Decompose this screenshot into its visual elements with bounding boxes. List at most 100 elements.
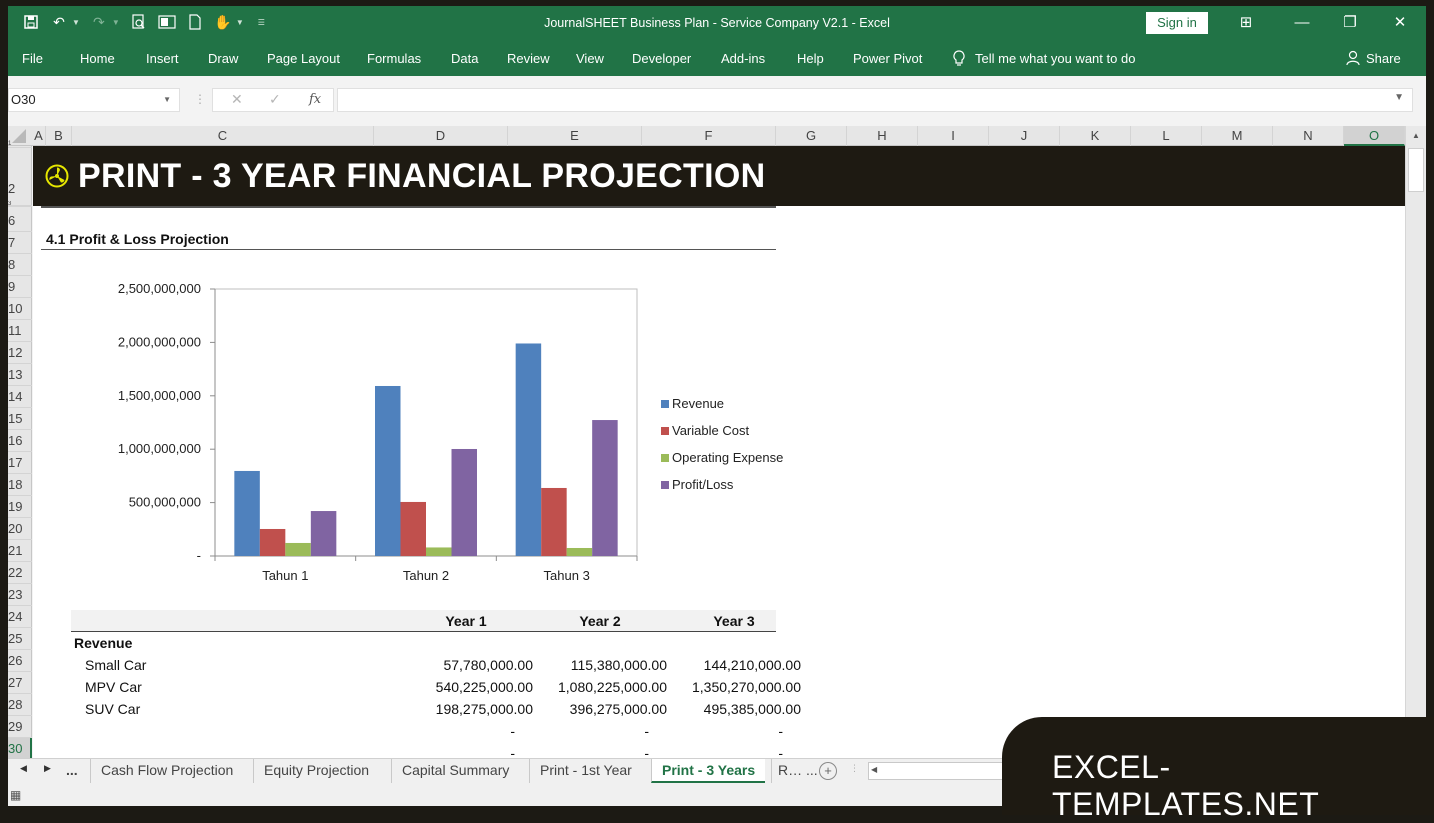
tab-review[interactable]: Review — [507, 51, 550, 66]
bar-profit-loss — [592, 420, 618, 556]
scroll-thumb[interactable] — [1408, 148, 1424, 192]
tab-page-layout[interactable]: Page Layout — [267, 51, 340, 66]
tab-draw[interactable]: Draw — [208, 51, 238, 66]
sheet-tab-truncated[interactable]: R… ... — [771, 759, 824, 783]
column-header[interactable]: H — [847, 126, 918, 146]
tab-home[interactable]: Home — [80, 51, 115, 66]
column-header[interactable]: B — [46, 126, 72, 146]
formula-input[interactable]: ▼ — [337, 88, 1413, 112]
name-box[interactable]: O30 ▼ — [8, 88, 180, 112]
row-header[interactable]: 3 — [8, 201, 32, 207]
tab-data[interactable]: Data — [451, 51, 478, 66]
scroll-left-icon[interactable]: ◀ — [871, 765, 877, 774]
y-tick-label: - — [197, 548, 201, 563]
row-header[interactable]: 18 — [8, 474, 32, 496]
column-header[interactable]: L — [1131, 126, 1202, 146]
sheet-tab-cash-flow-projection[interactable]: Cash Flow Projection — [90, 759, 243, 783]
vertical-scrollbar[interactable]: ▲ — [1405, 126, 1426, 758]
table-row: Revenue — [71, 632, 776, 654]
tab-file[interactable]: File — [22, 51, 43, 66]
tab-developer[interactable]: Developer — [632, 51, 691, 66]
row-header[interactable]: 26 — [8, 650, 32, 672]
sheet-tab-print-1st-year[interactable]: Print - 1st Year — [529, 759, 642, 783]
row-header[interactable]: 23 — [8, 584, 32, 606]
tab-insert[interactable]: Insert — [146, 51, 179, 66]
tab-power-pivot[interactable]: Power Pivot — [853, 51, 922, 66]
restore-icon[interactable]: ❐ — [1330, 12, 1370, 34]
row-header[interactable]: 28 — [8, 694, 32, 716]
row-header[interactable]: 21 — [8, 540, 32, 562]
row-header[interactable]: 10 — [8, 298, 32, 320]
close-icon[interactable]: ✕ — [1380, 12, 1420, 34]
column-header[interactable]: K — [1060, 126, 1131, 146]
expand-formula-bar-icon[interactable]: ▼ — [1394, 92, 1404, 103]
row-header[interactable]: 1 — [8, 140, 32, 148]
profit-loss-chart[interactable]: - 500,000,000 1,000,000,000 1,500,000,000 2,… — [63, 271, 783, 591]
sheet-tab-capital-summary[interactable]: Capital Summary — [391, 759, 519, 783]
y-tick-label: 2,500,000,000 — [118, 281, 201, 296]
column-header[interactable]: E — [508, 126, 642, 146]
row-header-selected[interactable]: 30 — [8, 738, 32, 760]
macro-recording-icon[interactable]: ▦ — [10, 788, 21, 802]
scroll-tabs-left-icon[interactable]: ◀ — [20, 763, 27, 774]
column-header[interactable]: G — [776, 126, 847, 146]
tell-me-search[interactable]: Tell me what you want to do — [953, 50, 1135, 67]
row-header[interactable]: 13 — [8, 364, 32, 386]
column-header[interactable]: C — [72, 126, 374, 146]
sheet-tab-print-3-years[interactable]: Print - 3 Years — [651, 759, 766, 783]
formula-bar-splitter[interactable]: ⋮ — [194, 92, 206, 106]
ribbon-display-options-icon[interactable]: ⊞ — [1226, 12, 1266, 34]
row-header[interactable]: 6 — [8, 210, 32, 232]
sign-in-button[interactable]: Sign in — [1146, 12, 1208, 34]
tell-me-text: Tell me what you want to do — [975, 51, 1136, 66]
x-tick-label: Tahun 2 — [403, 568, 449, 583]
row-header[interactable]: 15 — [8, 408, 32, 430]
column-header[interactable]: M — [1202, 126, 1273, 146]
tab-help[interactable]: Help — [797, 51, 824, 66]
column-header-selected[interactable]: O — [1344, 126, 1405, 146]
legend-label: Variable Cost — [672, 423, 749, 438]
cell-value: 144,210,000.00 — [703, 657, 801, 673]
share-button[interactable]: Share — [1346, 50, 1401, 66]
row-header[interactable]: 7 — [8, 232, 32, 254]
row-header[interactable]: 22 — [8, 562, 32, 584]
column-header[interactable]: A — [32, 126, 46, 146]
column-header[interactable]: J — [989, 126, 1060, 146]
scroll-tabs-right-icon[interactable]: ▶ — [44, 763, 51, 774]
row-header[interactable]: 20 — [8, 518, 32, 540]
row-header[interactable]: 11 — [8, 320, 32, 342]
name-box-value: O30 — [11, 92, 36, 107]
cancel-icon[interactable]: ✕ — [231, 91, 243, 108]
worksheet-grid[interactable]: PRINT - 3 YEAR FINANCIAL PROJECTION 4.1 … — [33, 146, 1405, 758]
column-header[interactable]: F — [642, 126, 776, 146]
row-header[interactable]: 14 — [8, 386, 32, 408]
insert-function-icon[interactable]: fx — [309, 92, 321, 107]
add-sheet-icon[interactable]: + — [819, 762, 837, 780]
tab-add-ins[interactable]: Add-ins — [721, 51, 765, 66]
sheet-tab-equity-projection[interactable]: Equity Projection — [253, 759, 379, 783]
cell-value: - — [644, 723, 649, 739]
row-header[interactable]: 16 — [8, 430, 32, 452]
row-header[interactable]: 27 — [8, 672, 32, 694]
row-header[interactable]: 8 — [8, 254, 32, 276]
enter-icon[interactable]: ✓ — [269, 91, 281, 108]
row-header[interactable]: 24 — [8, 606, 32, 628]
row-header[interactable]: 9 — [8, 276, 32, 298]
chevron-down-icon[interactable]: ▼ — [163, 89, 171, 111]
scroll-up-icon[interactable]: ▲ — [1408, 128, 1424, 144]
row-header[interactable]: 25 — [8, 628, 32, 650]
column-header[interactable]: D — [374, 126, 508, 146]
row-header[interactable]: 12 — [8, 342, 32, 364]
minimize-icon[interactable]: — — [1282, 12, 1322, 34]
column-header[interactable]: I — [918, 126, 989, 146]
more-tabs-button[interactable]: ... — [66, 762, 78, 778]
row-header[interactable]: 19 — [8, 496, 32, 518]
column-header[interactable]: N — [1273, 126, 1344, 146]
tab-splitter[interactable]: ⋮ — [850, 763, 859, 774]
tab-formulas[interactable]: Formulas — [367, 51, 421, 66]
row-header[interactable]: 17 — [8, 452, 32, 474]
row-header[interactable]: 2 — [8, 148, 32, 206]
row-header[interactable]: 29 — [8, 716, 32, 738]
cell-value: 115,380,000.00 — [570, 657, 667, 673]
tab-view[interactable]: View — [576, 51, 604, 66]
